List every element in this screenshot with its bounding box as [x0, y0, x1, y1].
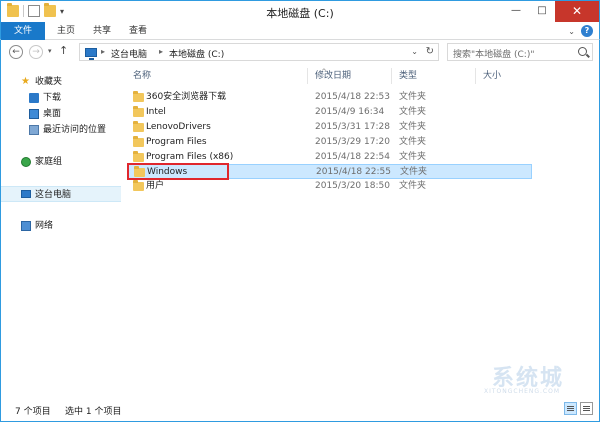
back-button[interactable]: ← — [9, 45, 23, 59]
up-button[interactable]: ↑ — [59, 44, 68, 57]
nav-label: 家庭组 — [35, 157, 63, 167]
file-date: 2015/4/18 22:55 — [316, 167, 391, 177]
watermark-subtext: XITONGCHENG.COM — [483, 388, 560, 395]
file-type: 文件夹 — [399, 92, 427, 102]
folder-icon — [133, 151, 144, 162]
breadcrumb-this-pc[interactable]: 这台电脑 — [111, 47, 147, 60]
tab-view[interactable]: 查看 — [119, 22, 157, 40]
large-icons-view-button[interactable] — [580, 402, 593, 415]
breadcrumb-separator[interactable]: ▸ — [159, 47, 163, 56]
column-divider[interactable] — [475, 68, 476, 84]
annotation-highlight-box — [127, 163, 229, 180]
file-type: 文件夹 — [399, 181, 427, 191]
nav-item-homegroup[interactable]: 家庭组 — [1, 154, 121, 170]
address-row: ← → ▾ ↑ ▸ 这台电脑 ▸ 本地磁盘 (C:) ⌄ ↻ 搜索"本地磁盘 (… — [0, 40, 600, 64]
nav-label: 下载 — [43, 93, 62, 103]
nav-item-recent[interactable]: 最近访问的位置 — [1, 122, 121, 138]
navigation-pane: ★ 收藏夹 下载 桌面 最近访问的位置 家庭组 这台电脑 网络 — [1, 64, 121, 396]
nav-item-downloads[interactable]: 下载 — [1, 90, 121, 106]
close-button[interactable]: ✕ — [555, 1, 599, 22]
network-icon — [21, 221, 31, 231]
file-type: 文件夹 — [400, 167, 428, 177]
recent-locations-icon[interactable]: ▾ — [48, 47, 52, 55]
nav-item-favorites[interactable]: ★ 收藏夹 — [1, 74, 121, 90]
folder-icon — [133, 180, 144, 191]
tab-home[interactable]: 主页 — [47, 22, 85, 40]
address-bar[interactable]: ▸ 这台电脑 ▸ 本地磁盘 (C:) ⌄ ↻ — [79, 43, 439, 61]
file-name: 用户 — [146, 181, 165, 191]
table-row[interactable]: 360安全浏览器下载 2015/4/18 22:53 文件夹 — [127, 90, 532, 105]
search-box[interactable]: 搜索"本地磁盘 (C:)" — [447, 43, 593, 61]
file-name: 360安全浏览器下载 — [146, 92, 227, 102]
nav-label: 桌面 — [43, 109, 62, 119]
nav-label: 网络 — [35, 221, 54, 231]
ribbon-controls: ⌄ ? — [568, 25, 593, 37]
folder-icon — [133, 106, 144, 117]
help-icon[interactable]: ? — [581, 25, 593, 37]
column-divider[interactable] — [391, 68, 392, 84]
download-icon — [29, 93, 39, 103]
column-header-date[interactable]: 修改日期 — [315, 68, 351, 84]
status-bar: 7 个项目 选中 1 个项目 — [0, 396, 600, 422]
file-date: 2015/4/18 22:54 — [315, 152, 390, 162]
folder-icon — [133, 121, 144, 132]
forward-button[interactable]: → — [29, 45, 43, 59]
search-icon[interactable] — [578, 47, 587, 56]
minimize-button[interactable]: — — [503, 1, 529, 22]
table-row[interactable]: Intel 2015/4/9 16:34 文件夹 — [127, 105, 532, 120]
nav-item-this-pc[interactable]: 这台电脑 — [1, 186, 121, 202]
computer-icon — [21, 190, 31, 198]
table-row[interactable]: 用户 2015/3/20 18:50 文件夹 — [127, 179, 532, 194]
tab-share[interactable]: 共享 — [83, 22, 121, 40]
title-bar: ▾ 本地磁盘 (C:) — □ ✕ — [0, 0, 600, 22]
maximize-button[interactable]: □ — [529, 1, 555, 22]
nav-item-network[interactable]: 网络 — [1, 218, 121, 234]
ribbon-tabs: 文件 主页 共享 查看 ⌄ ? — [0, 22, 600, 40]
tiles-view-icon — [583, 406, 590, 407]
column-divider[interactable] — [307, 68, 308, 84]
search-input[interactable]: 搜索"本地磁盘 (C:)" — [453, 47, 534, 60]
nav-item-desktop[interactable]: 桌面 — [1, 106, 121, 122]
tab-file[interactable]: 文件 — [1, 22, 45, 40]
file-list: 名称 ^ 修改日期 类型 大小 360安全浏览器下载 2015/4/18 22:… — [121, 64, 599, 396]
address-dropdown-icon[interactable]: ⌄ — [411, 47, 418, 56]
folder-icon — [133, 91, 144, 102]
refresh-icon[interactable]: ↻ — [426, 46, 434, 57]
nav-label: 最近访问的位置 — [43, 125, 107, 135]
selection-count: 选中 1 个项目 — [65, 407, 122, 417]
window-controls: — □ ✕ — [503, 1, 599, 22]
column-header-name[interactable]: 名称 — [133, 68, 151, 84]
breadcrumb-separator[interactable]: ▸ — [101, 47, 105, 56]
breadcrumb-local-disk[interactable]: 本地磁盘 (C:) — [169, 47, 224, 60]
file-date: 2015/3/20 18:50 — [315, 181, 390, 191]
file-date: 2015/4/18 22:53 — [315, 92, 390, 102]
file-name: LenovoDrivers — [146, 122, 211, 132]
table-row[interactable]: LenovoDrivers 2015/3/31 17:28 文件夹 — [127, 120, 532, 135]
file-type: 文件夹 — [399, 122, 427, 132]
file-name: Program Files — [146, 137, 207, 147]
homegroup-icon — [21, 157, 31, 167]
recent-places-icon — [29, 125, 39, 135]
details-view-button[interactable] — [564, 402, 577, 415]
folder-icon — [133, 136, 144, 147]
file-name: Intel — [146, 107, 166, 117]
nav-label: 收藏夹 — [35, 77, 63, 87]
column-header-size[interactable]: 大小 — [483, 68, 501, 84]
file-type: 文件夹 — [399, 137, 427, 147]
file-date: 2015/3/31 17:28 — [315, 122, 390, 132]
file-type: 文件夹 — [399, 152, 427, 162]
expand-ribbon-icon[interactable]: ⌄ — [568, 27, 575, 36]
column-header-type[interactable]: 类型 — [399, 68, 417, 84]
nav-label: 这台电脑 — [35, 190, 72, 200]
file-date: 2015/4/9 16:34 — [315, 107, 385, 117]
table-row[interactable]: Program Files 2015/3/29 17:20 文件夹 — [127, 135, 532, 150]
details-view-icon — [567, 406, 574, 407]
file-date: 2015/3/29 17:20 — [315, 137, 390, 147]
file-type: 文件夹 — [399, 107, 427, 117]
main-area: ★ 收藏夹 下载 桌面 最近访问的位置 家庭组 这台电脑 网络 名称 ^ 修改日… — [0, 64, 600, 396]
desktop-icon — [29, 109, 39, 119]
item-count: 7 个项目 — [15, 407, 51, 417]
star-icon: ★ — [21, 76, 30, 87]
computer-icon — [85, 48, 97, 60]
